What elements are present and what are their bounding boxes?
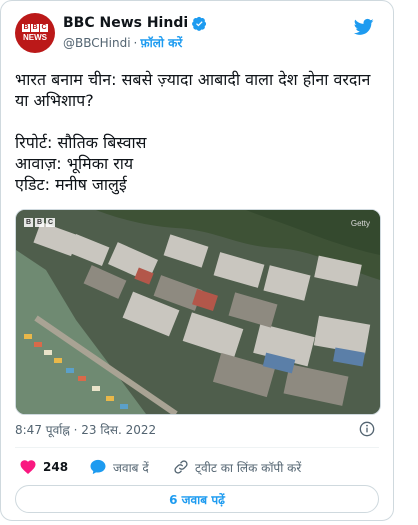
tweet-card: B B C NEWS BBC News Hindi @BBCHindi · फ़ॉल… xyxy=(0,0,394,521)
copy-link-button[interactable]: ट्वीट का लिंक कॉपी करें xyxy=(173,457,301,477)
divider xyxy=(15,447,379,448)
tweet-video[interactable]: B B C Getty xyxy=(15,209,381,415)
aerial-town-video-frame xyxy=(16,210,380,414)
separator: · xyxy=(133,36,138,50)
tweet-text: भारत बनाम चीन: सबसे ज़्यादा आबादी वाला द… xyxy=(15,70,371,194)
avatar-logo: B B C xyxy=(22,24,48,32)
like-count: 248 xyxy=(43,460,69,474)
twitter-bird-icon[interactable] xyxy=(353,17,375,37)
follow-button[interactable]: फ़ॉलो करें xyxy=(140,36,182,50)
watermark-letter: B xyxy=(35,218,44,227)
image-credit: Getty xyxy=(350,219,370,228)
account-info: BBC News Hindi @BBCHindi · फ़ॉलो करें xyxy=(63,15,207,51)
copy-link-label: ट्वीट का लिंक कॉपी करें xyxy=(195,460,302,475)
avatar-letter: B xyxy=(31,24,39,32)
account-handle[interactable]: @BBCHindi xyxy=(63,36,131,50)
avatar-word: NEWS xyxy=(23,33,47,42)
tweet-header: B B C NEWS BBC News Hindi @BBCHindi · फ़ॉल… xyxy=(15,13,379,57)
watermark-letter: C xyxy=(46,218,55,227)
reply-button[interactable]: जवाब दें xyxy=(89,457,149,477)
avatar-letter: C xyxy=(40,24,48,32)
read-replies-button[interactable]: 6 जवाब पढ़ें xyxy=(15,485,379,513)
reply-label: जवाब दें xyxy=(113,460,149,475)
watermark-letter: B xyxy=(24,218,33,227)
link-icon xyxy=(174,460,188,474)
tweet-timestamp[interactable]: 8:47 पूर्वाह्न · 23 दिस. 2022 xyxy=(15,423,156,437)
avatar[interactable]: B B C NEWS xyxy=(15,13,55,53)
avatar-letter: B xyxy=(22,24,30,32)
tweet-actions: 248 जवाब दें ट्वीट का लिंक कॉपी करें xyxy=(15,457,379,479)
tweet-meta: 8:47 पूर्वाह्न · 23 दिस. 2022 xyxy=(15,421,379,439)
reply-bubble-icon xyxy=(90,459,106,475)
display-name[interactable]: BBC News Hindi xyxy=(63,15,188,31)
info-icon[interactable] xyxy=(359,421,375,437)
verified-badge-icon xyxy=(192,16,207,31)
heart-icon xyxy=(20,460,36,474)
like-button[interactable]: 248 xyxy=(19,457,68,477)
bbc-watermark: B B C xyxy=(24,218,55,227)
